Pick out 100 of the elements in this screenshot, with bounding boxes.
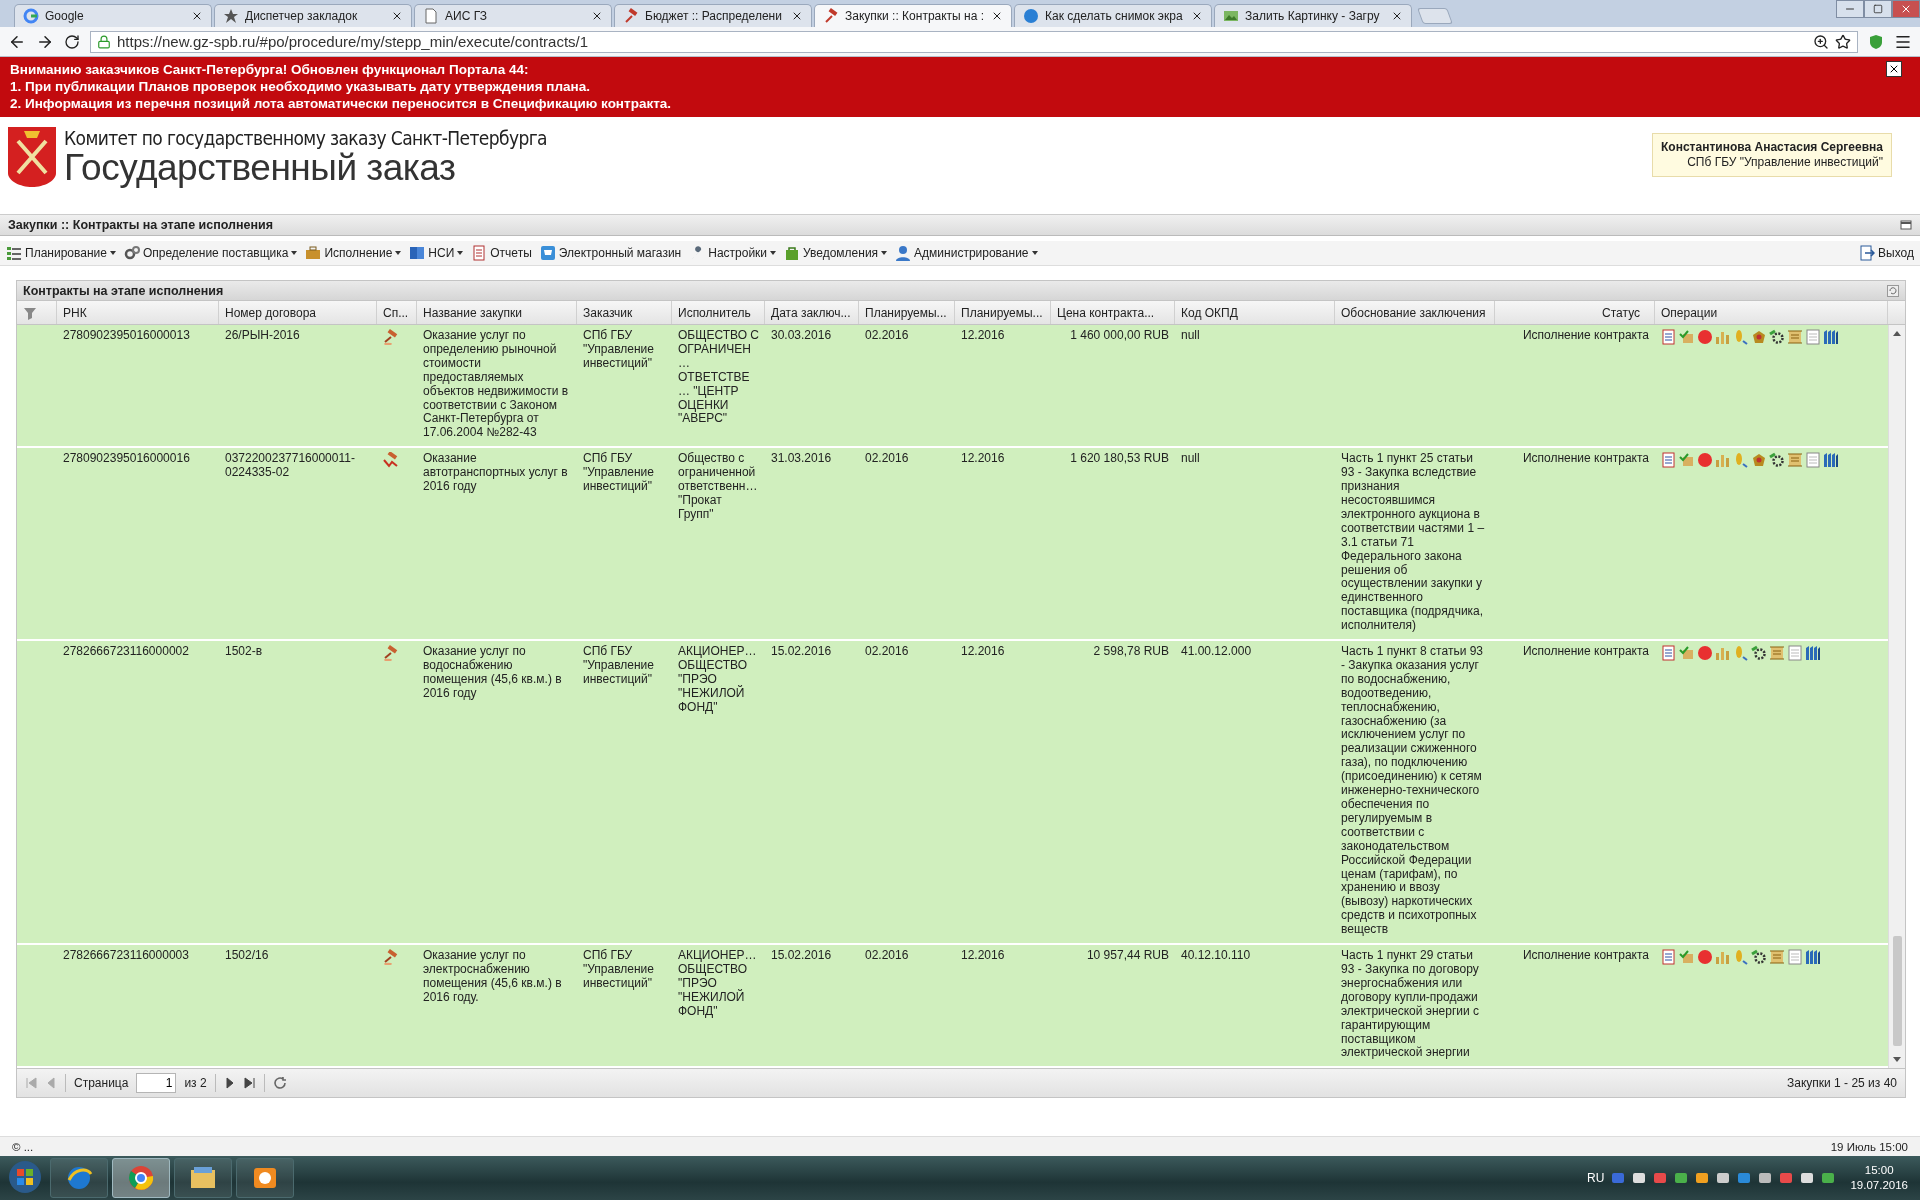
menu-item[interactable]: Настройки bbox=[689, 245, 777, 261]
close-icon[interactable] bbox=[1191, 10, 1203, 22]
clock[interactable]: 15:00 19.07.2016 bbox=[1842, 1163, 1916, 1193]
close-icon[interactable] bbox=[191, 10, 203, 22]
last-page-icon[interactable] bbox=[243, 1077, 256, 1090]
document-icon[interactable] bbox=[1661, 452, 1677, 469]
tray-icon[interactable] bbox=[1758, 1171, 1773, 1185]
column-header[interactable]: Планируемы... bbox=[955, 301, 1051, 324]
menu-item[interactable]: Исполнение bbox=[305, 245, 402, 261]
first-page-icon[interactable] bbox=[25, 1077, 37, 1090]
document-icon[interactable] bbox=[1661, 645, 1677, 662]
column-header[interactable]: Дата заключ... bbox=[765, 301, 859, 324]
menu-item[interactable]: Отчеты bbox=[471, 245, 532, 261]
zoom-icon[interactable] bbox=[1813, 33, 1829, 50]
tray-icon[interactable] bbox=[1695, 1171, 1710, 1185]
chart-icon[interactable] bbox=[1715, 949, 1731, 966]
menu-item[interactable]: Определение поставщика bbox=[123, 245, 298, 261]
books-icon[interactable] bbox=[1823, 452, 1839, 469]
column-header[interactable]: Статус bbox=[1495, 301, 1655, 324]
reload-icon[interactable] bbox=[64, 33, 80, 50]
menu-item[interactable]: Администрирование bbox=[895, 245, 1038, 261]
tray-icon[interactable] bbox=[1800, 1171, 1815, 1185]
dot-icon[interactable] bbox=[1697, 645, 1713, 662]
browser-tab[interactable]: Закупки :: Контракты на : bbox=[814, 4, 1012, 27]
scroll-up-icon[interactable] bbox=[1892, 329, 1902, 337]
chart-icon[interactable] bbox=[1715, 452, 1731, 469]
column-header[interactable]: Код ОКПД bbox=[1175, 301, 1335, 324]
emblem-icon[interactable] bbox=[1751, 452, 1767, 469]
approve-icon[interactable] bbox=[1679, 452, 1695, 469]
column-header[interactable]: Название закупки bbox=[417, 301, 577, 324]
table-row[interactable] bbox=[17, 325, 1888, 449]
gear-icon[interactable] bbox=[1769, 329, 1785, 345]
scrollbar[interactable] bbox=[1888, 325, 1905, 1069]
browser-tab[interactable]: Google bbox=[14, 4, 212, 27]
tray-icon[interactable] bbox=[1821, 1171, 1836, 1185]
menu-item[interactable]: Электронный магазин bbox=[539, 245, 682, 261]
column-header[interactable]: Заказчик bbox=[577, 301, 672, 324]
language-indicator[interactable]: RU bbox=[1587, 1171, 1605, 1185]
dot-icon[interactable] bbox=[1697, 329, 1713, 345]
table-cell-text: 1502/16 bbox=[224, 949, 270, 965]
column-header[interactable]: Исполнитель bbox=[672, 301, 765, 324]
previous-page-icon[interactable] bbox=[45, 1077, 57, 1090]
books-icon[interactable] bbox=[1805, 645, 1821, 662]
chart-icon[interactable] bbox=[1715, 645, 1731, 662]
tray-icon[interactable] bbox=[1716, 1171, 1731, 1185]
close-icon[interactable] bbox=[991, 10, 1003, 22]
close-icon[interactable] bbox=[591, 10, 603, 22]
books-icon[interactable] bbox=[1805, 949, 1821, 966]
next-page-icon[interactable] bbox=[223, 1077, 236, 1090]
menu-item[interactable]: Уведомления bbox=[784, 245, 888, 261]
approve-icon[interactable] bbox=[1679, 645, 1695, 662]
dot-icon[interactable] bbox=[1697, 452, 1713, 469]
column-header[interactable]: Сп... bbox=[377, 301, 417, 324]
browser-tab[interactable]: АИС ГЗ bbox=[414, 4, 612, 27]
address-field[interactable]: https://new.gz-spb.ru/#po/procedure/my/stepp_min/execute/contracts/1 bbox=[90, 30, 1858, 53]
column-header[interactable]: РНК bbox=[57, 301, 219, 324]
document-icon[interactable] bbox=[1661, 949, 1677, 966]
chart-icon[interactable] bbox=[1715, 329, 1731, 345]
browser-tab[interactable]: Бюджет :: Распределени bbox=[614, 4, 812, 27]
tray-icon[interactable] bbox=[1632, 1171, 1647, 1185]
column-header[interactable]: Номер договора bbox=[219, 301, 377, 324]
column-header[interactable]: Цена контракта... bbox=[1051, 301, 1175, 324]
star-icon[interactable] bbox=[1835, 33, 1851, 50]
emblem-icon[interactable] bbox=[1751, 329, 1767, 345]
menu-item[interactable]: Планирование bbox=[6, 245, 116, 261]
approve-icon[interactable] bbox=[1679, 949, 1695, 966]
dot-icon[interactable] bbox=[1697, 949, 1713, 966]
browser-tab[interactable]: Диспетчер закладок bbox=[214, 4, 412, 27]
books-icon[interactable] bbox=[1823, 329, 1839, 345]
taskbar-button[interactable] bbox=[50, 1158, 108, 1198]
page-field[interactable]: 1 bbox=[136, 1073, 177, 1094]
column-header[interactable]: Обоснование заключения bbox=[1335, 301, 1495, 324]
close-icon[interactable] bbox=[1391, 10, 1403, 22]
browser-tab[interactable]: Залить Картинку - Загру bbox=[1214, 4, 1412, 27]
table-row[interactable] bbox=[17, 945, 1888, 1069]
scroll-thumb[interactable] bbox=[1892, 936, 1902, 1047]
approve-icon[interactable] bbox=[1679, 329, 1695, 345]
close-icon[interactable] bbox=[391, 10, 403, 22]
filter-icon[interactable] bbox=[23, 305, 37, 320]
gear-icon[interactable] bbox=[1769, 452, 1785, 469]
document-icon[interactable] bbox=[1661, 329, 1677, 345]
taskbar-button[interactable] bbox=[236, 1158, 294, 1198]
gear-icon[interactable] bbox=[1751, 645, 1767, 662]
refresh-icon[interactable] bbox=[272, 1076, 287, 1091]
menu-item[interactable]: НСИ bbox=[409, 245, 464, 261]
close-icon[interactable] bbox=[791, 10, 803, 22]
shield-icon[interactable] bbox=[1868, 33, 1884, 50]
refresh-icon[interactable] bbox=[1887, 284, 1899, 297]
gear-icon[interactable] bbox=[1751, 949, 1767, 966]
column-header[interactable]: Планируемы... bbox=[859, 301, 955, 324]
minimize-button[interactable] bbox=[1836, 0, 1864, 18]
taskbar-button[interactable] bbox=[174, 1158, 232, 1198]
collapse-icon[interactable] bbox=[1900, 219, 1912, 231]
maximize-button[interactable] bbox=[1864, 0, 1892, 18]
tray-icon[interactable] bbox=[1674, 1171, 1689, 1185]
table-row[interactable] bbox=[17, 448, 1888, 642]
browser-tab[interactable]: Как сделать снимок экра bbox=[1014, 4, 1212, 27]
exit-link[interactable]: Выход bbox=[1859, 245, 1914, 261]
close-button[interactable] bbox=[1886, 61, 1902, 77]
column-header[interactable]: Операции bbox=[1655, 301, 1888, 324]
